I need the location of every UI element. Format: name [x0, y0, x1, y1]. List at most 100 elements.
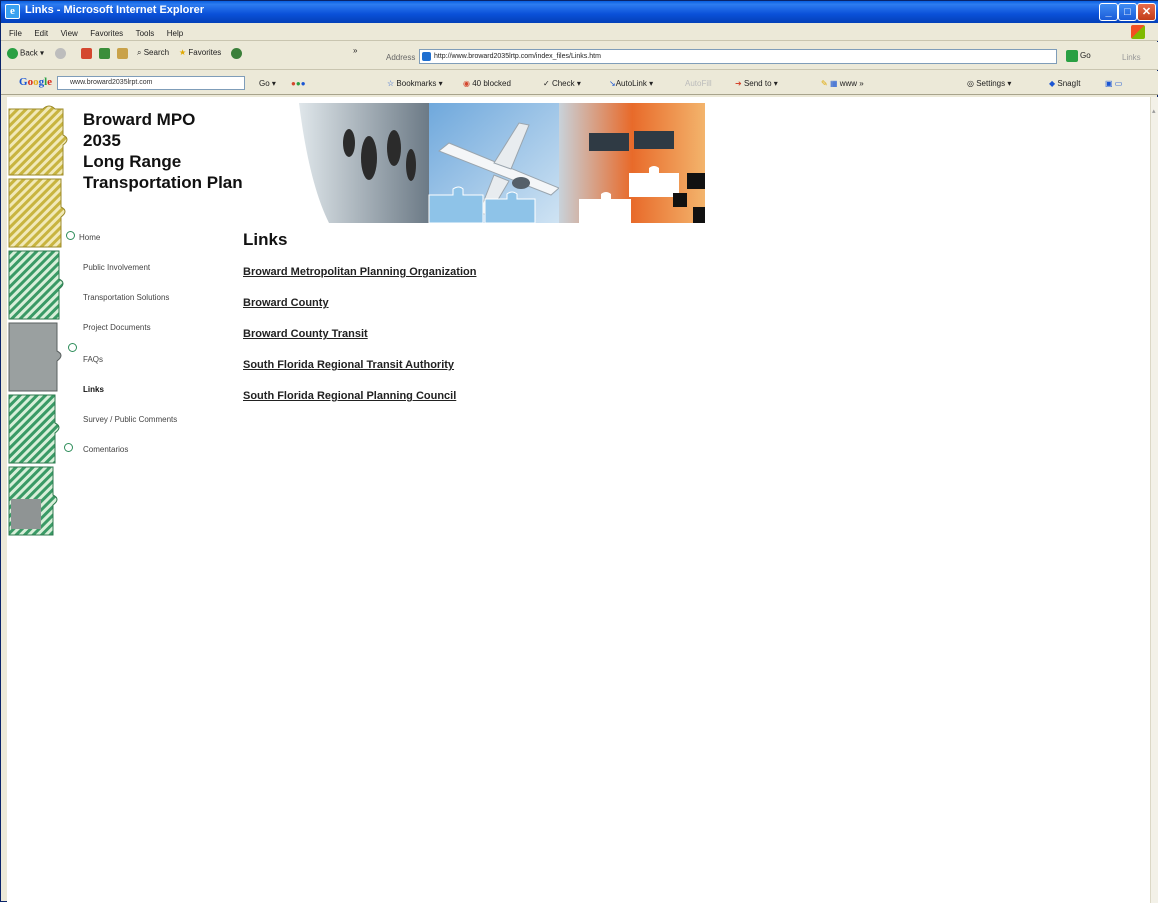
blocker-icon: ◉ — [463, 79, 470, 88]
highlight-button[interactable]: ✎ ▦ www » — [821, 79, 864, 88]
scroll-up-icon[interactable]: ▴ — [1152, 107, 1157, 115]
spellcheck-button[interactable]: ✓ Check ▾ — [543, 79, 581, 88]
nav-item-links[interactable]: Links — [83, 385, 104, 394]
back-label: Back — [20, 48, 38, 58]
links-toolbar-label[interactable]: Links — [1122, 53, 1141, 62]
back-button[interactable]: Back ▾ — [7, 48, 44, 59]
menu-edit[interactable]: Edit — [34, 29, 48, 38]
puzzle-knob-icon — [66, 231, 75, 240]
browser-window: e Links - Microsoft Internet Explorer _ … — [0, 0, 1158, 903]
windows-logo-icon — [1131, 25, 1145, 39]
vertical-scrollbar[interactable]: ▴ — [1150, 97, 1158, 903]
favorites-label: Favorites — [188, 48, 222, 57]
snagit-icon: ◆ — [1049, 79, 1056, 88]
autolink-icon: ↘ — [609, 79, 616, 88]
maximize-button[interactable]: □ — [1118, 3, 1137, 21]
autolink-button[interactable]: ↘AutoLink ▾ — [609, 79, 653, 88]
menu-tools[interactable]: Tools — [136, 29, 155, 38]
stop-button[interactable] — [81, 48, 94, 59]
close-button[interactable]: ✕ — [1137, 3, 1156, 21]
site-title-line: 2035 — [83, 131, 121, 150]
refresh-button[interactable] — [99, 48, 112, 59]
stop-icon — [81, 48, 92, 59]
address-value: http://www.broward2035lrtp.com/index_fil… — [434, 53, 601, 60]
menu-help[interactable]: Help — [167, 29, 183, 38]
nav-item-comentarios[interactable]: Comentarios — [83, 445, 128, 454]
home-button[interactable] — [117, 48, 130, 59]
snagit-button[interactable]: ◆ SnagIt — [1049, 79, 1081, 88]
address-label: Address — [386, 53, 416, 62]
link-sfrta[interactable]: South Florida Regional Transit Authority — [243, 359, 476, 371]
media-button[interactable] — [231, 48, 244, 59]
site-title-line: Long Range — [83, 152, 182, 171]
pagerank-icon[interactable]: ●●● — [291, 79, 306, 88]
site-title: Broward MPO 2035 Long Range Transportati… — [83, 109, 243, 193]
go-button[interactable]: Go — [1066, 50, 1091, 62]
link-broward-county[interactable]: Broward County — [243, 297, 476, 309]
search-label: Search — [143, 48, 170, 57]
nav-item-survey-public-comments[interactable]: Survey / Public Comments — [83, 415, 177, 424]
go-arrow-icon — [1066, 50, 1078, 62]
google-search-input[interactable]: www.broward2035lrpt.com — [57, 76, 245, 90]
refresh-icon — [99, 48, 110, 59]
autofill-button[interactable]: AutoFill — [685, 79, 712, 88]
nav-item-faqs[interactable]: FAQs — [83, 355, 103, 364]
star-icon: ★ — [179, 48, 187, 57]
standard-toolbar: Back ▾ ⌕ Search ★ Favorites » Address ht… — [1, 42, 1158, 70]
check-icon: ✓ — [543, 79, 550, 88]
forward-arrow-icon — [55, 48, 66, 59]
site-title-line: Transportation Plan — [83, 173, 243, 192]
check-label: Check — [551, 79, 575, 88]
menu-favorites[interactable]: Favorites — [90, 29, 123, 38]
send-to-button[interactable]: ➜ Send to ▾ — [735, 79, 778, 88]
send-icon: ➜ — [735, 79, 742, 88]
google-settings-button[interactable]: ◎ Settings ▾ — [967, 79, 1011, 88]
page-viewport[interactable]: Broward MPO 2035 Long Range Transportati… — [7, 97, 1150, 903]
forward-button[interactable] — [55, 48, 68, 59]
nav-item-home[interactable]: Home — [79, 233, 100, 242]
page-title: Links — [243, 230, 288, 249]
banner-image — [299, 103, 705, 223]
popup-blocker-button[interactable]: ◉ 40 blocked — [463, 79, 511, 88]
google-toolbar: Google www.broward2035lrpt.com Go ▾ ●●● … — [1, 71, 1158, 95]
window-title: Links - Microsoft Internet Explorer — [25, 4, 205, 16]
send-to-label: Send to — [743, 79, 772, 88]
site-title-line: Broward MPO — [83, 110, 196, 129]
search-button[interactable]: ⌕ Search — [137, 48, 169, 58]
media-icon — [231, 48, 242, 59]
title-bar[interactable]: e Links - Microsoft Internet Explorer _ … — [1, 1, 1158, 23]
google-logo-icon[interactable]: Google — [19, 76, 52, 88]
autofill-label: AutoFill — [685, 79, 712, 88]
google-search-value: www.broward2035lrpt.com — [70, 79, 153, 86]
home-icon — [117, 48, 128, 59]
menu-file[interactable]: File — [9, 29, 22, 38]
page-icon — [422, 52, 431, 61]
nav-item-transportation-solutions[interactable]: Transportation Solutions — [83, 293, 169, 302]
snagit-label: SnagIt — [1057, 79, 1081, 88]
toolbar-overflow-icon[interactable]: » — [353, 46, 357, 55]
www-label: www — [839, 79, 858, 88]
link-broward-mpo[interactable]: Broward Metropolitan Planning Organizati… — [243, 266, 476, 278]
snagit-capture-icon[interactable]: ▣ ▭ — [1105, 79, 1122, 88]
favorites-button[interactable]: ★ Favorites — [179, 48, 221, 57]
puzzle-strip-image — [8, 105, 68, 536]
minimize-button[interactable]: _ — [1099, 3, 1118, 21]
star-icon: ☆ — [387, 79, 395, 88]
puzzle-knob-icon — [68, 343, 77, 352]
nav-item-project-documents[interactable]: Project Documents — [83, 323, 151, 332]
blocked-label: 40 blocked — [472, 79, 511, 88]
pencil-icon: ✎ — [821, 79, 828, 88]
bookmarks-label: Bookmarks — [396, 79, 437, 88]
settings-icon: ◎ — [967, 79, 974, 88]
back-arrow-icon — [7, 48, 18, 59]
ie-icon: e — [5, 4, 20, 19]
address-field[interactable]: http://www.broward2035lrtp.com/index_fil… — [419, 49, 1057, 64]
nav-item-public-involvement[interactable]: Public Involvement — [83, 263, 150, 272]
google-go-button[interactable]: Go ▾ — [259, 79, 276, 88]
link-broward-county-transit[interactable]: Broward County Transit — [243, 328, 476, 340]
main-content: Links Broward Metropolitan Planning Orga… — [243, 230, 476, 421]
menu-view[interactable]: View — [61, 29, 78, 38]
bookmarks-button[interactable]: ☆ Bookmarks ▾ — [387, 79, 443, 88]
google-go-label: Go — [259, 79, 270, 88]
link-sfrpc[interactable]: South Florida Regional Planning Council — [243, 390, 476, 402]
